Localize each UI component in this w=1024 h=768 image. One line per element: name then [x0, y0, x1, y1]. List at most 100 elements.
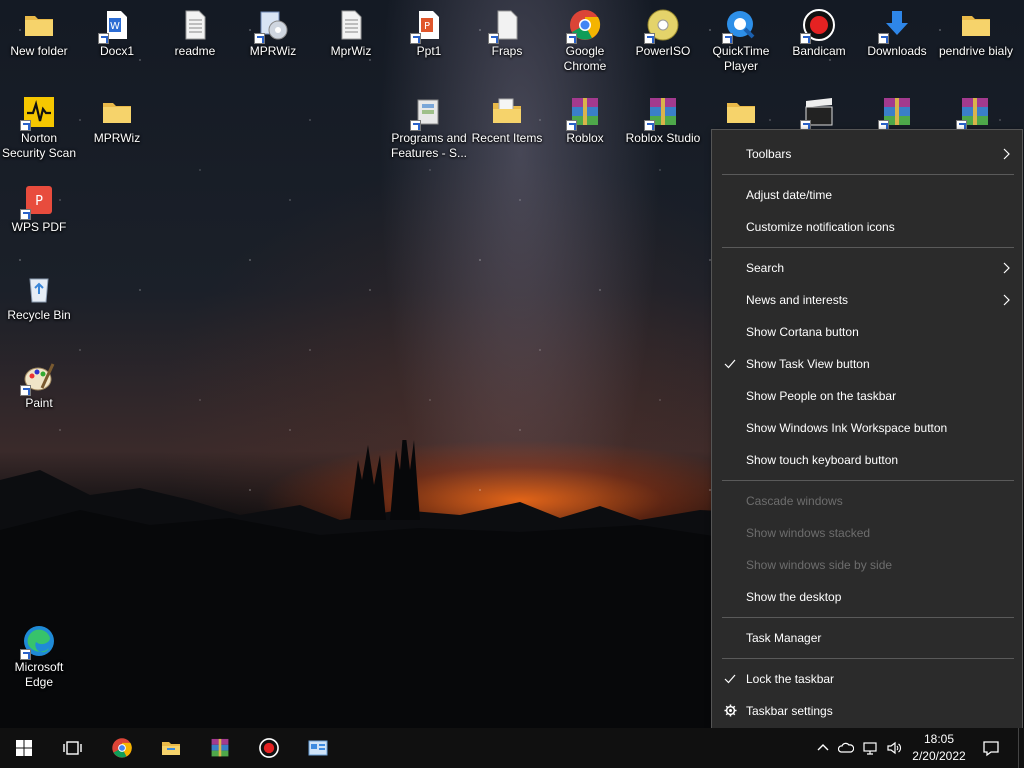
menu-separator — [722, 617, 1014, 618]
desktop-icon[interactable]: QuickTime Player — [702, 8, 780, 74]
svg-text:W: W — [110, 21, 120, 32]
start-button[interactable] — [0, 728, 48, 768]
desktop-icon[interactable] — [780, 95, 858, 131]
taskbar-context-menu: Toolbars Adjust date/time Customize noti… — [711, 129, 1023, 735]
gear-icon — [724, 704, 737, 717]
desktop-icon[interactable]: Google Chrome — [546, 8, 624, 74]
recycle-bin-icon — [22, 272, 56, 306]
desktop-icon[interactable] — [858, 95, 936, 131]
folder-icon — [959, 8, 993, 42]
checkmark-icon — [724, 674, 736, 684]
clapperboard-icon — [800, 95, 836, 131]
chevron-right-icon — [1003, 294, 1010, 306]
desktop-icon[interactable]: PowerISO — [624, 8, 702, 59]
desktop-icon[interactable]: Recycle Bin — [0, 272, 78, 323]
winrar-archive-icon — [878, 95, 914, 131]
menu-item-search[interactable]: Search — [712, 253, 1022, 283]
checkmark-icon — [724, 359, 736, 369]
wps-pdf-icon: P — [20, 184, 56, 220]
control-panel-icon — [308, 740, 328, 756]
quicktime-icon — [722, 8, 758, 44]
desktop-icon[interactable]: W Docx1 — [78, 8, 156, 59]
action-center-button[interactable] — [982, 739, 1000, 757]
desktop-icon[interactable] — [702, 95, 780, 131]
clock-date: 2/20/2022 — [912, 749, 966, 763]
menu-item-lock-the-taskbar[interactable]: Lock the taskbar — [712, 664, 1022, 694]
desktop-icon[interactable]: P Ppt1 — [390, 8, 468, 59]
edge-icon — [20, 624, 56, 660]
winrar-archive-icon — [956, 95, 992, 131]
menu-item-show-task-view-button[interactable]: Show Task View button — [712, 349, 1022, 379]
desktop-icon[interactable]: Norton Security Scan — [0, 95, 78, 161]
programs-features-icon — [410, 95, 446, 131]
menu-separator — [722, 247, 1014, 248]
show-hidden-icons-button[interactable] — [815, 740, 831, 756]
desktop-icon[interactable]: MprWiz — [312, 8, 390, 59]
desktop-icon[interactable]: readme — [156, 8, 234, 59]
menu-item-show-windows-stacked: Show windows stacked — [746, 526, 871, 540]
desktop-icon[interactable]: Microsoft Edge — [0, 624, 78, 690]
bandicam-icon — [259, 738, 279, 758]
folder-icon — [22, 8, 56, 42]
menu-item-task-manager[interactable]: Task Manager — [712, 623, 1022, 653]
desktop-icon[interactable]: Roblox Studio — [624, 95, 702, 146]
onedrive-tray-button[interactable] — [838, 740, 854, 756]
taskbar-clock[interactable]: 18:05 2/20/2022 — [908, 731, 970, 765]
word-document-icon: W — [98, 8, 134, 44]
menu-item-show-the-desktop[interactable]: Show the desktop — [712, 582, 1022, 612]
folder-icon — [100, 95, 134, 129]
menu-item-news-and-interests[interactable]: News and interests — [712, 285, 1022, 315]
show-desktop-button[interactable] — [1018, 728, 1024, 768]
chrome-icon — [112, 738, 132, 758]
desktop-icon[interactable]: MPRWiz — [234, 8, 312, 59]
menu-item-customize-notification-icons[interactable]: Customize notification icons — [712, 212, 1022, 242]
desktop-icon[interactable]: Bandicam — [780, 8, 858, 59]
powerpoint-document-icon: P — [410, 8, 446, 44]
desktop-icon[interactable] — [936, 95, 1014, 131]
chrome-icon — [566, 8, 602, 44]
desktop-icon[interactable]: Downloads — [858, 8, 936, 59]
desktop-icon[interactable]: New folder — [0, 8, 78, 59]
desktop-icon[interactable]: Fraps — [468, 8, 546, 59]
menu-item-show-people[interactable]: Show People on the taskbar — [712, 381, 1022, 411]
menu-item-adjust-date-time[interactable]: Adjust date/time — [712, 180, 1022, 210]
desktop-icon[interactable]: P WPS PDF — [0, 184, 78, 235]
desktop-icon[interactable]: Programs and Features - S... — [390, 95, 468, 161]
volume-tray-button[interactable] — [886, 740, 902, 756]
recent-items-icon — [490, 95, 524, 129]
menu-item-toolbars[interactable]: Toolbars — [712, 139, 1022, 169]
desktop-icon[interactable]: Recent Items — [468, 95, 546, 146]
svg-text:P: P — [424, 21, 430, 32]
svg-text:P: P — [35, 194, 43, 209]
mprwiz-app-icon — [254, 8, 290, 44]
menu-separator — [722, 174, 1014, 175]
desktop-icon[interactable]: pendrive bialy — [936, 8, 1016, 59]
paint-icon — [20, 360, 56, 396]
winrar-archive-icon — [566, 95, 602, 131]
task-view-button[interactable] — [48, 728, 96, 768]
onedrive-icon — [838, 742, 854, 753]
menu-item-show-touch-keyboard[interactable]: Show touch keyboard button — [712, 445, 1022, 475]
taskbar-control-panel-button[interactable] — [294, 728, 342, 768]
fraps-icon — [488, 8, 524, 44]
taskbar-bandicam-button[interactable] — [245, 728, 293, 768]
desktop-icon[interactable]: MPRWiz — [78, 95, 156, 146]
chevron-up-icon — [817, 744, 829, 751]
menu-item-taskbar-settings[interactable]: Taskbar settings — [712, 696, 1022, 726]
network-tray-button[interactable] — [862, 740, 878, 756]
taskbar-winrar-button[interactable] — [196, 728, 244, 768]
text-file-icon — [334, 8, 368, 42]
menu-item-show-windows-ink[interactable]: Show Windows Ink Workspace button — [712, 413, 1022, 443]
menu-item-show-cortana-button[interactable]: Show Cortana button — [712, 317, 1022, 347]
desktop-icon[interactable]: Roblox — [546, 95, 624, 146]
desktop-icon[interactable]: Paint — [0, 360, 78, 411]
taskbar-file-explorer-button[interactable] — [147, 728, 195, 768]
winrar-archive-icon — [644, 95, 680, 131]
folder-icon — [724, 95, 758, 129]
taskbar: 18:05 2/20/2022 — [0, 728, 1024, 768]
file-explorer-icon — [162, 742, 180, 755]
menu-item-cascade-windows: Cascade windows — [746, 494, 843, 508]
taskbar-chrome-button[interactable] — [98, 728, 146, 768]
winrar-icon — [211, 738, 229, 757]
norton-icon — [20, 95, 56, 131]
